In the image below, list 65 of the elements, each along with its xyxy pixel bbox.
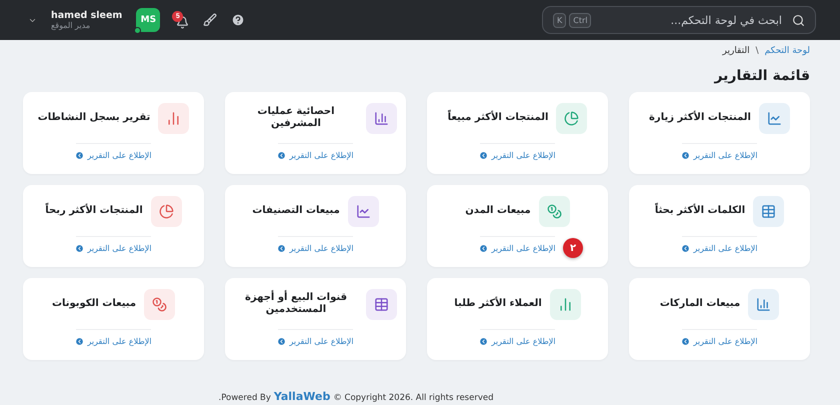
report-title: مبيعات الكوبونات <box>52 298 136 310</box>
view-report-link[interactable]: الإطلاع على التقرير <box>681 244 758 253</box>
report-title: المنتجات الأكثر مبيعاً <box>448 112 548 124</box>
chevron-left-icon <box>75 337 84 346</box>
view-report-link[interactable]: الإطلاع على التقرير <box>479 244 556 253</box>
chevron-left-icon <box>479 244 488 253</box>
report-title: قنوات البيع أو أجهزة المستخدمين <box>244 292 348 316</box>
table-icon <box>761 204 776 218</box>
view-report-link[interactable]: الإطلاع على التقرير <box>75 337 152 346</box>
chevron-left-icon <box>681 151 690 160</box>
view-report-link[interactable]: الإطلاع على التقرير <box>681 337 758 346</box>
bar-chart-icon <box>374 110 389 126</box>
chevron-left-icon <box>479 151 488 160</box>
pie-chart-icon <box>158 204 174 218</box>
brush-button[interactable] <box>203 13 218 27</box>
report-title: المنتجات الأكثر ربحاً <box>45 204 143 218</box>
chevron-left-icon <box>681 244 690 253</box>
table-icon <box>374 296 389 312</box>
breadcrumb-separator: \ <box>756 46 759 56</box>
breadcrumb-current: التقارير <box>722 46 750 56</box>
view-report-link[interactable]: الإطلاع على التقرير <box>277 151 354 160</box>
chevron-left-icon <box>277 337 286 346</box>
view-report-link[interactable]: الإطلاع على التقرير <box>479 151 556 160</box>
bar-chart-icon <box>756 296 772 312</box>
coins-icon <box>546 204 562 218</box>
line-chart-icon <box>766 110 782 126</box>
report-title: مبيعات التصنيفات <box>252 204 340 218</box>
report-title: تقرير بسجل النشاطات <box>38 112 150 124</box>
chevron-left-icon <box>75 244 84 253</box>
user-avatar[interactable]: MS <box>136 8 160 32</box>
view-report-link[interactable]: الإطلاع على التقرير <box>75 151 152 160</box>
footer-text: © Copyright 2026. All rights reserved <box>333 393 494 403</box>
user-name: hamed sleem <box>51 10 122 21</box>
view-report-link[interactable]: الإطلاع على التقرير <box>479 337 556 346</box>
bar-chart-icon <box>166 110 182 126</box>
page-title: قائمة التقارير <box>712 68 810 84</box>
bar-chart-icon <box>558 296 573 312</box>
chevron-left-icon <box>277 151 286 160</box>
report-title: مبيعات المدن <box>465 204 531 218</box>
chevron-left-icon <box>75 151 84 160</box>
report-title: مبيعات الماركات <box>660 298 740 310</box>
help-button[interactable] <box>231 13 246 27</box>
search-input[interactable]: ابحث في لوحة التحكم... <box>599 12 784 28</box>
report-title: المنتجات الأكثر زيارة <box>649 112 751 124</box>
footer-text: .Powered By <box>218 393 271 403</box>
chevron-left-icon <box>277 244 286 253</box>
view-report-link[interactable]: الإطلاع على التقرير <box>277 244 354 253</box>
view-report-link[interactable]: الإطلاع على التقرير <box>75 244 152 253</box>
coins-icon <box>152 296 168 312</box>
brand-link[interactable]: YallaWeb <box>274 390 330 403</box>
search-icon <box>792 14 805 26</box>
breadcrumb-link[interactable]: لوحة التحكم <box>764 46 810 56</box>
view-report-link[interactable]: الإطلاع على التقرير <box>277 337 354 346</box>
report-title: الكلمات الأكثر بحثاً <box>654 204 746 218</box>
chevron-left-icon <box>681 337 690 346</box>
user-role: مدير الموقع <box>51 21 90 30</box>
keyboard-key: K <box>553 12 566 28</box>
view-report-link[interactable]: الإطلاع على التقرير <box>681 151 758 160</box>
number-badge: ٢ <box>563 238 583 258</box>
pie-chart-icon <box>564 110 580 126</box>
keyboard-key: Ctrl <box>569 12 592 28</box>
report-title: العملاء الأكثر طلبا <box>454 298 542 310</box>
chevron-left-icon <box>479 337 488 346</box>
report-title: احصائية عمليات المشرفين <box>256 106 336 130</box>
line-chart-icon <box>356 204 371 218</box>
